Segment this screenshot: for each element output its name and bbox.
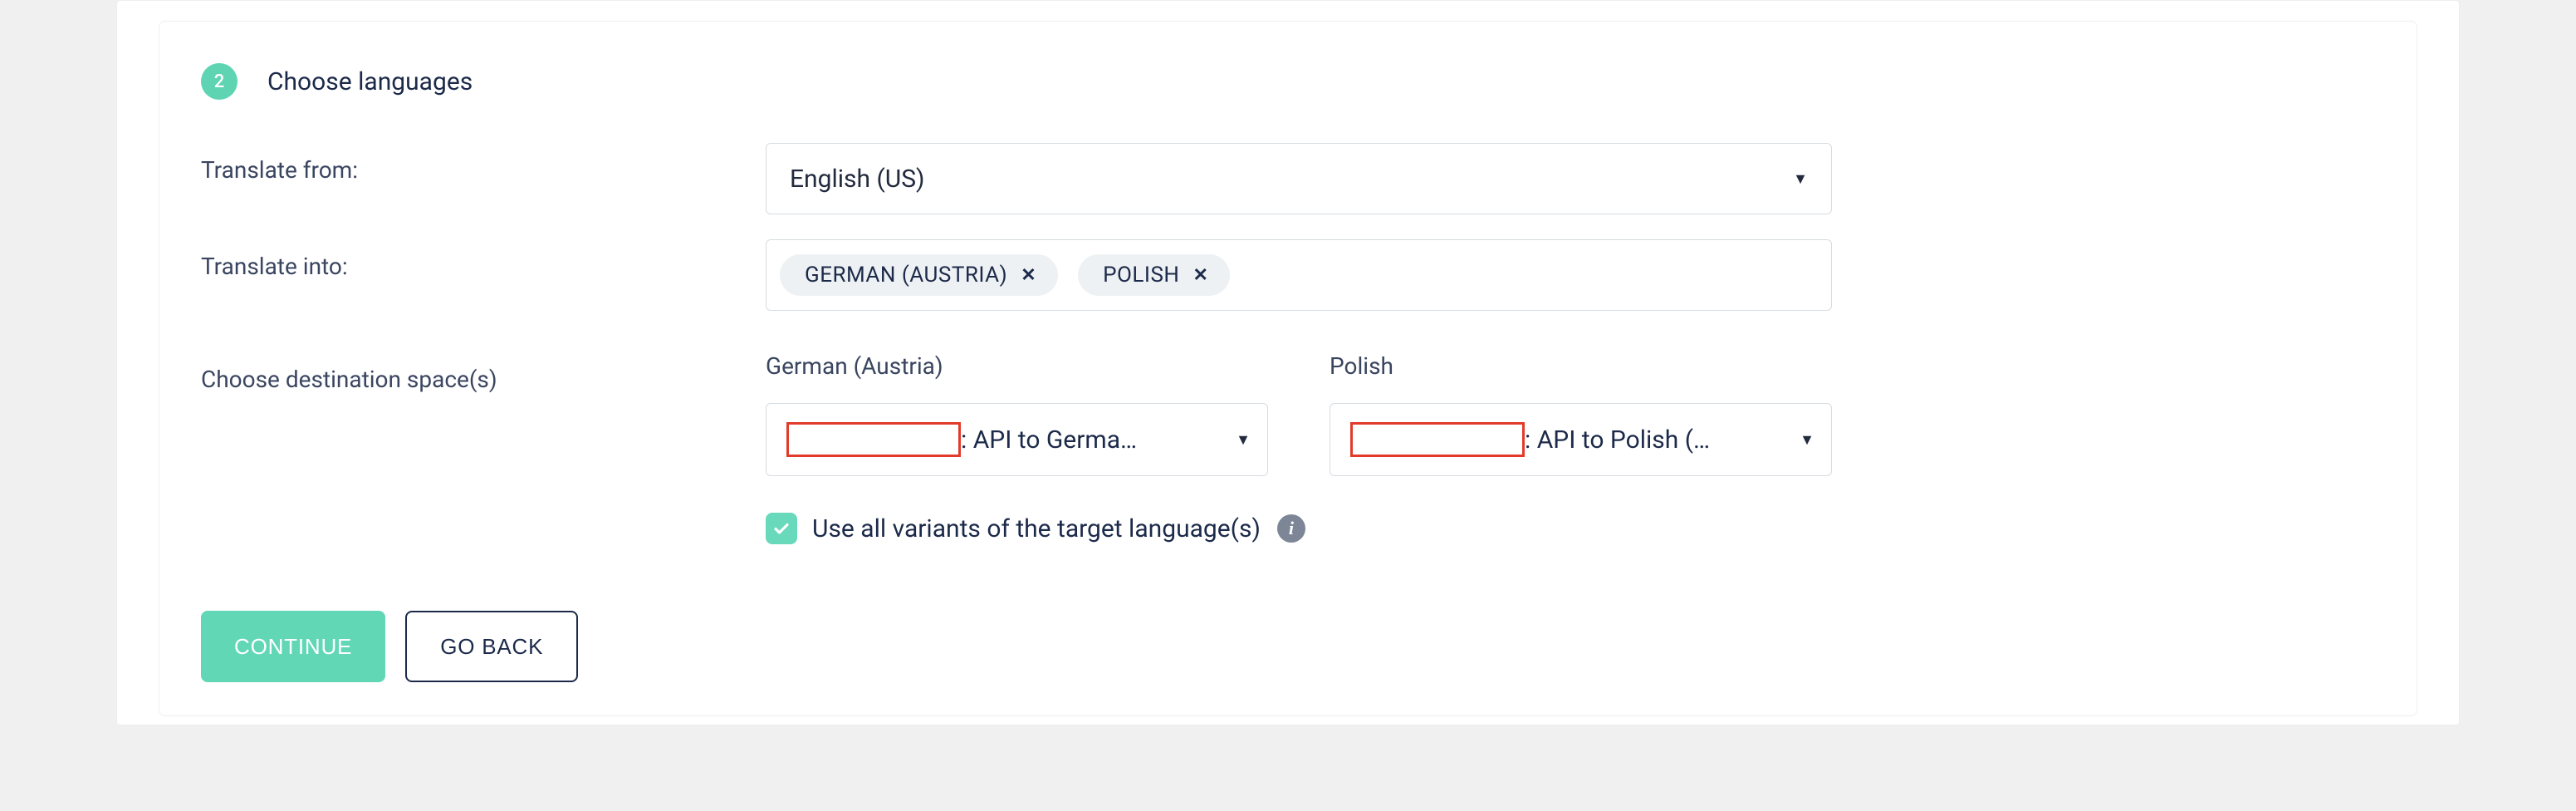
redacted-block	[786, 422, 961, 457]
label-destination: Choose destination space(s)	[201, 352, 766, 393]
destination-lang-label: Polish	[1330, 352, 1832, 380]
row-translate-into: Translate into: GERMAN (AUSTRIA) ✕ POLIS…	[201, 239, 2375, 311]
button-row: CONTINUE GO BACK	[201, 611, 2375, 682]
step-header: 2 Choose languages	[201, 63, 2375, 100]
row-translate-from: Translate from: English (US) ▼	[201, 143, 2375, 214]
destination-item: German (Austria) : API to Germa… ▼	[766, 352, 1268, 476]
target-languages-input[interactable]: GERMAN (AUSTRIA) ✕ POLISH ✕	[766, 239, 1832, 311]
target-language-tag: GERMAN (AUSTRIA) ✕	[780, 254, 1058, 296]
continue-button[interactable]: CONTINUE	[201, 611, 385, 682]
chevron-down-icon: ▼	[1793, 170, 1808, 188]
use-all-variants-row: Use all variants of the target language(…	[766, 513, 2375, 544]
target-language-tag: POLISH ✕	[1078, 254, 1230, 296]
step-panel: 2 Choose languages Translate from: Engli…	[159, 21, 2417, 716]
remove-tag-icon[interactable]: ✕	[1193, 265, 1208, 286]
step-title: Choose languages	[267, 67, 473, 96]
previous-step-panel-sliver	[155, 1, 2421, 17]
destination-lang-label: German (Austria)	[766, 352, 1268, 380]
destination-item: Polish : API to Polish (… ▼	[1330, 352, 1832, 476]
redacted-block	[1350, 422, 1525, 457]
check-icon	[771, 519, 791, 538]
source-language-select[interactable]: English (US) ▼	[766, 143, 1832, 214]
use-all-variants-label: Use all variants of the target language(…	[812, 514, 1261, 543]
use-all-variants-checkbox[interactable]	[766, 513, 797, 544]
chevron-down-icon: ▼	[1800, 431, 1814, 449]
page-container: 2 Choose languages Translate from: Engli…	[116, 0, 2460, 725]
target-language-tag-label: GERMAN (AUSTRIA)	[805, 263, 1007, 288]
destination-space-value: : API to Polish (…	[1525, 425, 1710, 455]
info-icon[interactable]: i	[1277, 514, 1305, 543]
target-language-tag-label: POLISH	[1103, 263, 1179, 288]
destination-space-value: : API to Germa…	[961, 425, 1137, 455]
go-back-button[interactable]: GO BACK	[405, 611, 578, 682]
destination-space-select[interactable]: : API to Polish (… ▼	[1330, 403, 1832, 476]
remove-tag-icon[interactable]: ✕	[1021, 265, 1036, 286]
label-translate-into: Translate into:	[201, 239, 766, 280]
label-translate-from: Translate from:	[201, 143, 766, 184]
step-number-badge: 2	[201, 63, 238, 100]
chevron-down-icon: ▼	[1236, 431, 1251, 449]
destination-space-select[interactable]: : API to Germa… ▼	[766, 403, 1268, 476]
row-destination: Choose destination space(s) German (Aust…	[201, 352, 2375, 476]
source-language-value: English (US)	[790, 165, 924, 194]
destination-grid: German (Austria) : API to Germa… ▼ Polis…	[766, 352, 1832, 476]
